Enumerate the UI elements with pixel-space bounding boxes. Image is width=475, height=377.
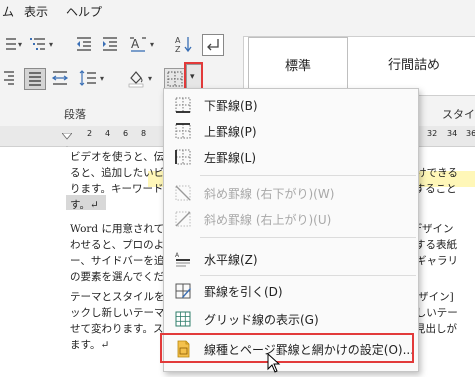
menu-item-label: 水平線(Z) <box>204 253 258 267</box>
top-border-icon <box>174 122 192 140</box>
chevron-down-icon[interactable]: ▾ <box>150 40 154 49</box>
diagonal-down-border-icon <box>174 184 192 202</box>
menu-item-horizontal-line[interactable]: A 水平線(Z) <box>164 247 418 271</box>
chevron-down-icon[interactable]: ▾ <box>49 40 53 49</box>
menu-item-draw-table[interactable]: 罫線を引く(D) <box>164 279 418 303</box>
svg-text:A: A <box>175 36 181 45</box>
line-spacing-icon[interactable] <box>78 68 98 88</box>
show-formatting-marks-icon[interactable] <box>202 34 224 56</box>
horizontal-line-icon: A <box>174 250 192 268</box>
menu-item-diagonal-up-border[interactable]: 斜め罫線 (右上がり)(U) <box>164 207 418 231</box>
menu-separator <box>200 175 416 176</box>
multilevel-list-icon[interactable] <box>28 34 48 54</box>
distributed-icon[interactable] <box>50 68 70 88</box>
chevron-down-icon[interactable]: ▾ <box>18 40 22 49</box>
menu-item-label: 左罫線(L) <box>204 151 257 165</box>
menu-item-label: 上罫線(P) <box>204 125 257 139</box>
svg-text:A: A <box>131 37 140 51</box>
document-line: ます。↵ <box>70 339 110 351</box>
justify-icon[interactable] <box>24 68 46 90</box>
diagonal-up-border-icon <box>174 210 192 228</box>
mouse-cursor-icon <box>267 352 281 373</box>
borders-dropdown-menu: 下罫線(B) 上罫線(P) 左罫線(L) 斜め罫線 (右下がり)(W) 斜め罫線… <box>163 88 419 372</box>
menu-item-label: 斜め罫線 (右下がり)(W) <box>204 187 335 201</box>
menu-item-view-gridlines[interactable]: グリッド線の表示(G) <box>164 307 418 331</box>
menu-item-partial[interactable]: ム <box>2 3 14 20</box>
ruler-tick: 2 <box>87 129 93 138</box>
document-line: す。↵ <box>70 199 99 211</box>
menu-item-help[interactable]: ヘルプ <box>66 3 102 20</box>
svg-text:A: A <box>175 252 180 259</box>
menu-item-label: 罫線を引く(D) <box>204 285 283 299</box>
view-gridlines-icon <box>174 310 192 328</box>
style-no-spacing[interactable]: 行間詰め <box>354 37 474 95</box>
bottom-border-icon <box>174 96 192 114</box>
align-right-icon[interactable] <box>0 68 20 88</box>
menu-separator <box>200 275 416 276</box>
style-normal[interactable]: 標準 <box>248 37 348 95</box>
sort-icon[interactable]: AZ <box>174 34 194 54</box>
menu-item-label: グリッド線の表示(G) <box>204 313 319 327</box>
draw-table-icon <box>174 282 192 300</box>
paragraph-group-label: 段落 <box>64 108 86 121</box>
ruler-tick: 4 <box>105 129 111 138</box>
ruler-tick: 32 <box>427 129 438 138</box>
first-line-indent-marker[interactable] <box>61 126 73 140</box>
ruler-tick: 36 <box>466 129 475 138</box>
hanging-indent-marker[interactable] <box>61 138 73 154</box>
menu-item-left-border[interactable]: 左罫線(L) <box>164 145 418 169</box>
decrease-indent-icon[interactable] <box>74 34 94 54</box>
ruler-tick: 8 <box>141 129 147 138</box>
styles-gallery: 標準 行間詰め <box>243 36 475 96</box>
menu-item-bottom-border[interactable]: 下罫線(B) <box>164 93 418 117</box>
bullet-list-icon[interactable] <box>0 34 20 54</box>
increase-indent-icon[interactable] <box>100 34 120 54</box>
ruler-tick: 6 <box>123 129 129 138</box>
chevron-down-icon[interactable]: ▾ <box>100 74 104 83</box>
borders-icon[interactable] <box>164 68 186 90</box>
menu-item-label: 斜め罫線 (右上がり)(U) <box>204 213 332 227</box>
asian-layout-icon[interactable]: A <box>128 34 148 54</box>
menu-item-top-border[interactable]: 上罫線(P) <box>164 119 418 143</box>
left-border-icon <box>174 148 192 166</box>
svg-text:Z: Z <box>175 45 181 54</box>
ruler-tick: 34 <box>447 129 458 138</box>
menu-item-diagonal-down-border[interactable]: 斜め罫線 (右下がり)(W) <box>164 181 418 205</box>
shading-icon[interactable] <box>126 68 146 88</box>
menu-item-highlight <box>160 333 414 363</box>
menu-bar: ム 表示 ヘルプ <box>0 0 475 22</box>
menu-item-view[interactable]: 表示 <box>24 3 48 20</box>
chevron-down-icon[interactable]: ▾ <box>148 74 152 83</box>
menu-separator <box>200 237 416 238</box>
menu-item-label: 下罫線(B) <box>204 99 258 113</box>
